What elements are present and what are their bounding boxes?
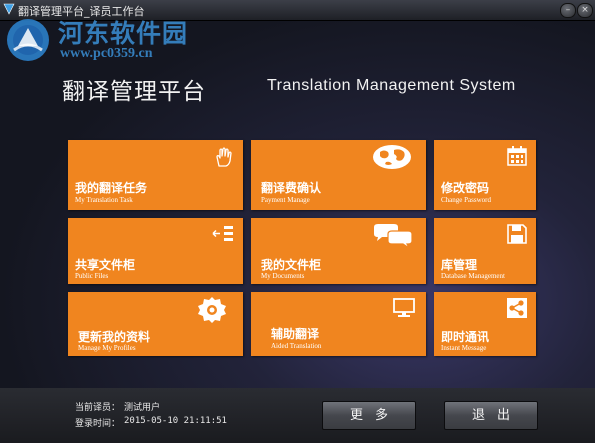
tile-public-files[interactable]: 共享文件柜 Public Files — [68, 218, 243, 284]
tile-label-en: Manage My Profiles — [78, 344, 136, 352]
page-subtitle: Translation Management System — [267, 77, 516, 94]
exit-button[interactable]: 退出 — [444, 401, 538, 430]
app-window: 翻译管理平台_译员工作台 – × 河东软件园 www.pc0359.cn 翻译管… — [0, 0, 595, 443]
tile-aided-translation[interactable]: 辅助翻译 Aided Translation — [251, 292, 426, 356]
tile-label-cn: 库管理 — [441, 258, 478, 272]
tile-label-cn: 翻译费确认 — [261, 181, 322, 195]
tile-label-cn: 修改密码 — [441, 181, 490, 195]
tile-label-cn: 共享文件柜 — [75, 258, 136, 272]
login-time-value: 2015-05-10 21:11:51 — [124, 416, 227, 426]
tile-instant-message[interactable]: 即时通讯 Instant Message — [434, 292, 536, 356]
tile-database-management[interactable]: 库管理 Database Management — [434, 218, 536, 284]
tile-label-cn: 更新我的资料 — [78, 330, 151, 344]
site-watermark: 河东软件园 www.pc0359.cn — [2, 14, 217, 64]
watermark-url: www.pc0359.cn — [60, 46, 153, 61]
tile-label-en: Instant Message — [441, 344, 487, 352]
tile-label-en: Change Password — [441, 196, 491, 204]
chat-bubbles-icon — [374, 224, 413, 249]
close-button[interactable]: × — [577, 3, 593, 18]
tile-my-documents[interactable]: 我的文件柜 My Documents — [251, 218, 426, 284]
globe-icon — [373, 145, 411, 169]
minimize-button[interactable]: – — [560, 3, 576, 18]
tile-label-en: My Documents — [261, 272, 305, 280]
tile-label-cn: 我的文件柜 — [261, 258, 322, 272]
tile-label-en: Database Management — [441, 272, 505, 280]
list-arrow-icon — [212, 226, 233, 241]
tile-label-cn: 辅助翻译 — [271, 327, 320, 341]
tile-label-en: Payment Manage — [261, 196, 310, 204]
share-icon — [507, 298, 527, 318]
current-user-value: 测试用户 — [124, 403, 161, 413]
current-user-label: 当前译员： — [75, 403, 121, 413]
tile-change-password[interactable]: 修改密码 Change Password — [434, 140, 536, 210]
page-title: 翻译管理平台 — [62, 79, 206, 105]
login-time-label: 登录时间： — [75, 419, 121, 429]
tile-label-en: Aided Translation — [271, 342, 322, 350]
tile-payment-manage[interactable]: 翻译费确认 Payment Manage — [251, 140, 426, 210]
hand-pointer-icon — [216, 147, 232, 167]
tile-label-en: Public Files — [75, 272, 109, 280]
tile-label-cn: 我的翻译任务 — [75, 181, 148, 195]
tile-label-cn: 即时通讯 — [441, 330, 490, 344]
watermark-logo — [7, 19, 49, 61]
calendar-icon — [507, 146, 527, 166]
tile-label-en: My Translation Task — [75, 196, 133, 204]
tile-my-translation-task[interactable]: 我的翻译任务 My Translation Task — [68, 140, 243, 210]
floppy-disk-icon — [507, 224, 527, 244]
monitor-icon — [393, 298, 415, 317]
tile-manage-my-profiles[interactable]: 更新我的资料 Manage My Profiles — [68, 292, 243, 356]
more-button[interactable]: 更多 — [322, 401, 416, 430]
badge-icon — [198, 297, 226, 323]
watermark-name: 河东软件园 — [58, 19, 189, 48]
